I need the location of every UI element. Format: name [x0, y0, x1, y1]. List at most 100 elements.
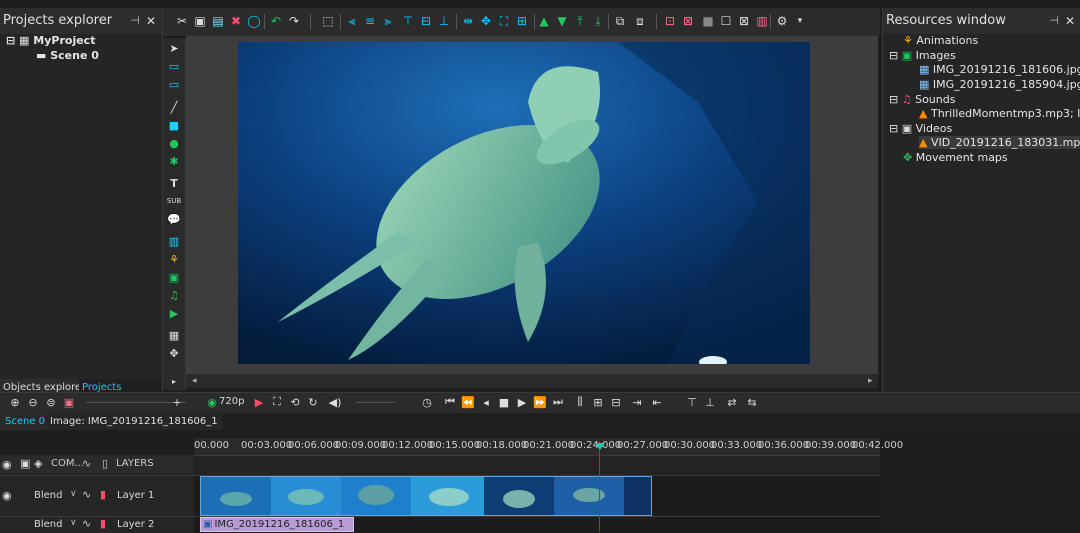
- align-top-icon[interactable]: ⊤: [400, 13, 416, 29]
- speech-bubble-icon[interactable]: 💬: [167, 212, 181, 226]
- waveform-icon[interactable]: ∿: [82, 488, 91, 501]
- loop-icon[interactable]: ⟲: [288, 395, 302, 409]
- ellipse-icon[interactable]: ●: [167, 136, 181, 150]
- flag-icon[interactable]: ▮: [100, 488, 106, 501]
- link-icon[interactable]: ⇄: [725, 395, 739, 409]
- outline-square-icon[interactable]: ☐: [718, 13, 734, 29]
- marker-icon[interactable]: ⇥: [630, 395, 644, 409]
- subtitle-icon[interactable]: SUB: [167, 194, 181, 208]
- trim-icon[interactable]: ⊞: [591, 395, 605, 409]
- align-bottom-icon[interactable]: ⊥: [436, 13, 452, 29]
- volume-slider[interactable]: [355, 402, 395, 403]
- chevron-down-icon[interactable]: ▾: [792, 13, 808, 29]
- layer-row[interactable]: ◉ Blend ∨ ∿ ▮ Layer 1: [0, 475, 194, 516]
- tree-item-scene0[interactable]: ▬ Scene 0: [36, 49, 99, 62]
- rectangle-icon[interactable]: ■: [167, 118, 181, 132]
- undo-icon[interactable]: ↶: [268, 13, 284, 29]
- layer-square-icon[interactable]: ▯: [102, 457, 108, 470]
- move-icon[interactable]: ✥: [167, 346, 181, 360]
- volume-icon[interactable]: ◀): [328, 395, 342, 409]
- copy-icon[interactable]: ▣: [192, 13, 208, 29]
- lock-icon[interactable]: ▣: [20, 457, 30, 470]
- tree-item-videos[interactable]: ⊟ ▣ Videos: [889, 122, 952, 135]
- tree-item-sounds[interactable]: ⊟ ♫ Sounds: [889, 93, 955, 106]
- pin-icon[interactable]: ⊣: [1049, 8, 1059, 34]
- music-icon[interactable]: ♫: [167, 288, 181, 302]
- animation-icon[interactable]: ⚘: [167, 252, 181, 266]
- video-clip[interactable]: [200, 476, 652, 516]
- layer-icon[interactable]: ▭: [167, 59, 181, 73]
- tree-item-movement-maps[interactable]: ✥ Movement maps: [903, 151, 1008, 164]
- record-icon[interactable]: ▥: [754, 13, 770, 29]
- arrow-up-icon[interactable]: ▲: [536, 13, 552, 29]
- play-icon[interactable]: ▶: [515, 395, 529, 409]
- unlink-icon[interactable]: ⇆: [745, 395, 759, 409]
- tab-object[interactable]: Image: IMG_20191216_181606_1: [46, 413, 222, 430]
- align-end-icon[interactable]: ⊥: [703, 395, 717, 409]
- scroll-right-icon[interactable]: ▸: [868, 376, 873, 386]
- plus-icon[interactable]: +: [170, 395, 184, 409]
- image-clip[interactable]: ▣ IMG_20191216_181606_1: [200, 517, 354, 532]
- playhead[interactable]: [599, 442, 600, 532]
- layer-row[interactable]: Blend ∨ ∿ ▮ Layer 2: [0, 516, 194, 533]
- waveform-icon[interactable]: ∿: [82, 517, 91, 530]
- pointer-icon[interactable]: ➤: [167, 41, 181, 55]
- gear-icon[interactable]: ⚙: [774, 13, 790, 29]
- split-icon[interactable]: ⫼: [573, 395, 587, 409]
- tree-item-animations[interactable]: ⚘ Animations: [903, 34, 978, 47]
- eye-icon[interactable]: ◉: [2, 489, 12, 502]
- resolution-select[interactable]: 720p: [219, 396, 244, 407]
- mask-icon[interactable]: ⊠: [680, 13, 696, 29]
- fullscreen-icon[interactable]: ⛶: [270, 395, 284, 409]
- fit-icon[interactable]: ⊞: [514, 13, 530, 29]
- repeat-icon[interactable]: ↻: [306, 395, 320, 409]
- close-icon[interactable]: ✕: [146, 8, 156, 34]
- tree-item-image-3[interactable]: ▦ IMG_20191216_185904.jpg; ID=3: [919, 78, 1080, 91]
- marker-back-icon[interactable]: ⇤: [650, 395, 664, 409]
- align-right-icon[interactable]: ⫸: [380, 13, 396, 29]
- close-icon[interactable]: ✕: [1065, 8, 1075, 34]
- square-icon[interactable]: ■: [700, 13, 716, 29]
- canvas-horizontal-scrollbar[interactable]: ◂ ▸: [186, 374, 878, 388]
- flag-icon[interactable]: ▮: [100, 517, 106, 530]
- circle-icon[interactable]: ◯: [246, 13, 262, 29]
- crop-icon[interactable]: ⊡: [662, 13, 678, 29]
- ungroup-icon[interactable]: ⧈: [632, 13, 648, 29]
- delete-icon[interactable]: ✖: [228, 13, 244, 29]
- text-icon[interactable]: T: [167, 176, 181, 190]
- eye-icon[interactable]: ◉: [2, 458, 12, 471]
- video-icon[interactable]: ▶: [167, 306, 181, 320]
- stop-icon[interactable]: ■: [497, 395, 511, 409]
- zoom-out-icon[interactable]: ⊖: [26, 395, 40, 409]
- align-timeline-icon[interactable]: ⊤: [685, 395, 699, 409]
- distribute-h-icon[interactable]: ⇹: [460, 13, 476, 29]
- playhead-handle-icon[interactable]: [595, 443, 605, 450]
- chevron-down-icon[interactable]: ∨: [70, 518, 77, 528]
- align-middle-icon[interactable]: ⊟: [418, 13, 434, 29]
- scroll-left-icon[interactable]: ◂: [192, 376, 197, 386]
- preview-eye-icon[interactable]: ◉: [205, 395, 219, 409]
- go-end-icon[interactable]: ⏭: [551, 395, 565, 409]
- align-center-icon[interactable]: ≡: [362, 13, 378, 29]
- fast-forward-icon[interactable]: ⏩: [533, 395, 547, 409]
- snapshot-icon[interactable]: ▣: [62, 395, 76, 409]
- move-bottom-icon[interactable]: ⤓: [590, 13, 606, 29]
- rewind-icon[interactable]: ⏪: [461, 395, 475, 409]
- tab-scene[interactable]: Scene 0: [0, 413, 51, 430]
- tree-item-images[interactable]: ⊟ ▣ Images: [889, 49, 956, 62]
- stretch-icon[interactable]: ⛶: [496, 13, 512, 29]
- select-frame-icon[interactable]: ⬚: [320, 13, 336, 29]
- chevron-down-icon[interactable]: ∨: [70, 489, 77, 499]
- arrow-down-icon[interactable]: ▼: [554, 13, 570, 29]
- waveform-icon[interactable]: ∿: [82, 457, 91, 470]
- zoom-fit-icon[interactable]: ⊜: [44, 395, 58, 409]
- move-top-icon[interactable]: ⤒: [572, 13, 588, 29]
- tree-item-myproject[interactable]: ⊟ ▦ MyProject: [6, 34, 95, 47]
- effects-icon[interactable]: ◈: [34, 457, 42, 470]
- redo-icon[interactable]: ↷: [286, 13, 302, 29]
- tree-item-video-1[interactable]: ▲ VID_20191216_183031.mp4; ID=1: [919, 136, 1080, 149]
- snap-icon[interactable]: ⊟: [609, 395, 623, 409]
- pin-icon[interactable]: ⊣: [130, 8, 140, 34]
- play-red-icon[interactable]: ▶: [252, 395, 266, 409]
- scene-video-frame[interactable]: [238, 42, 810, 364]
